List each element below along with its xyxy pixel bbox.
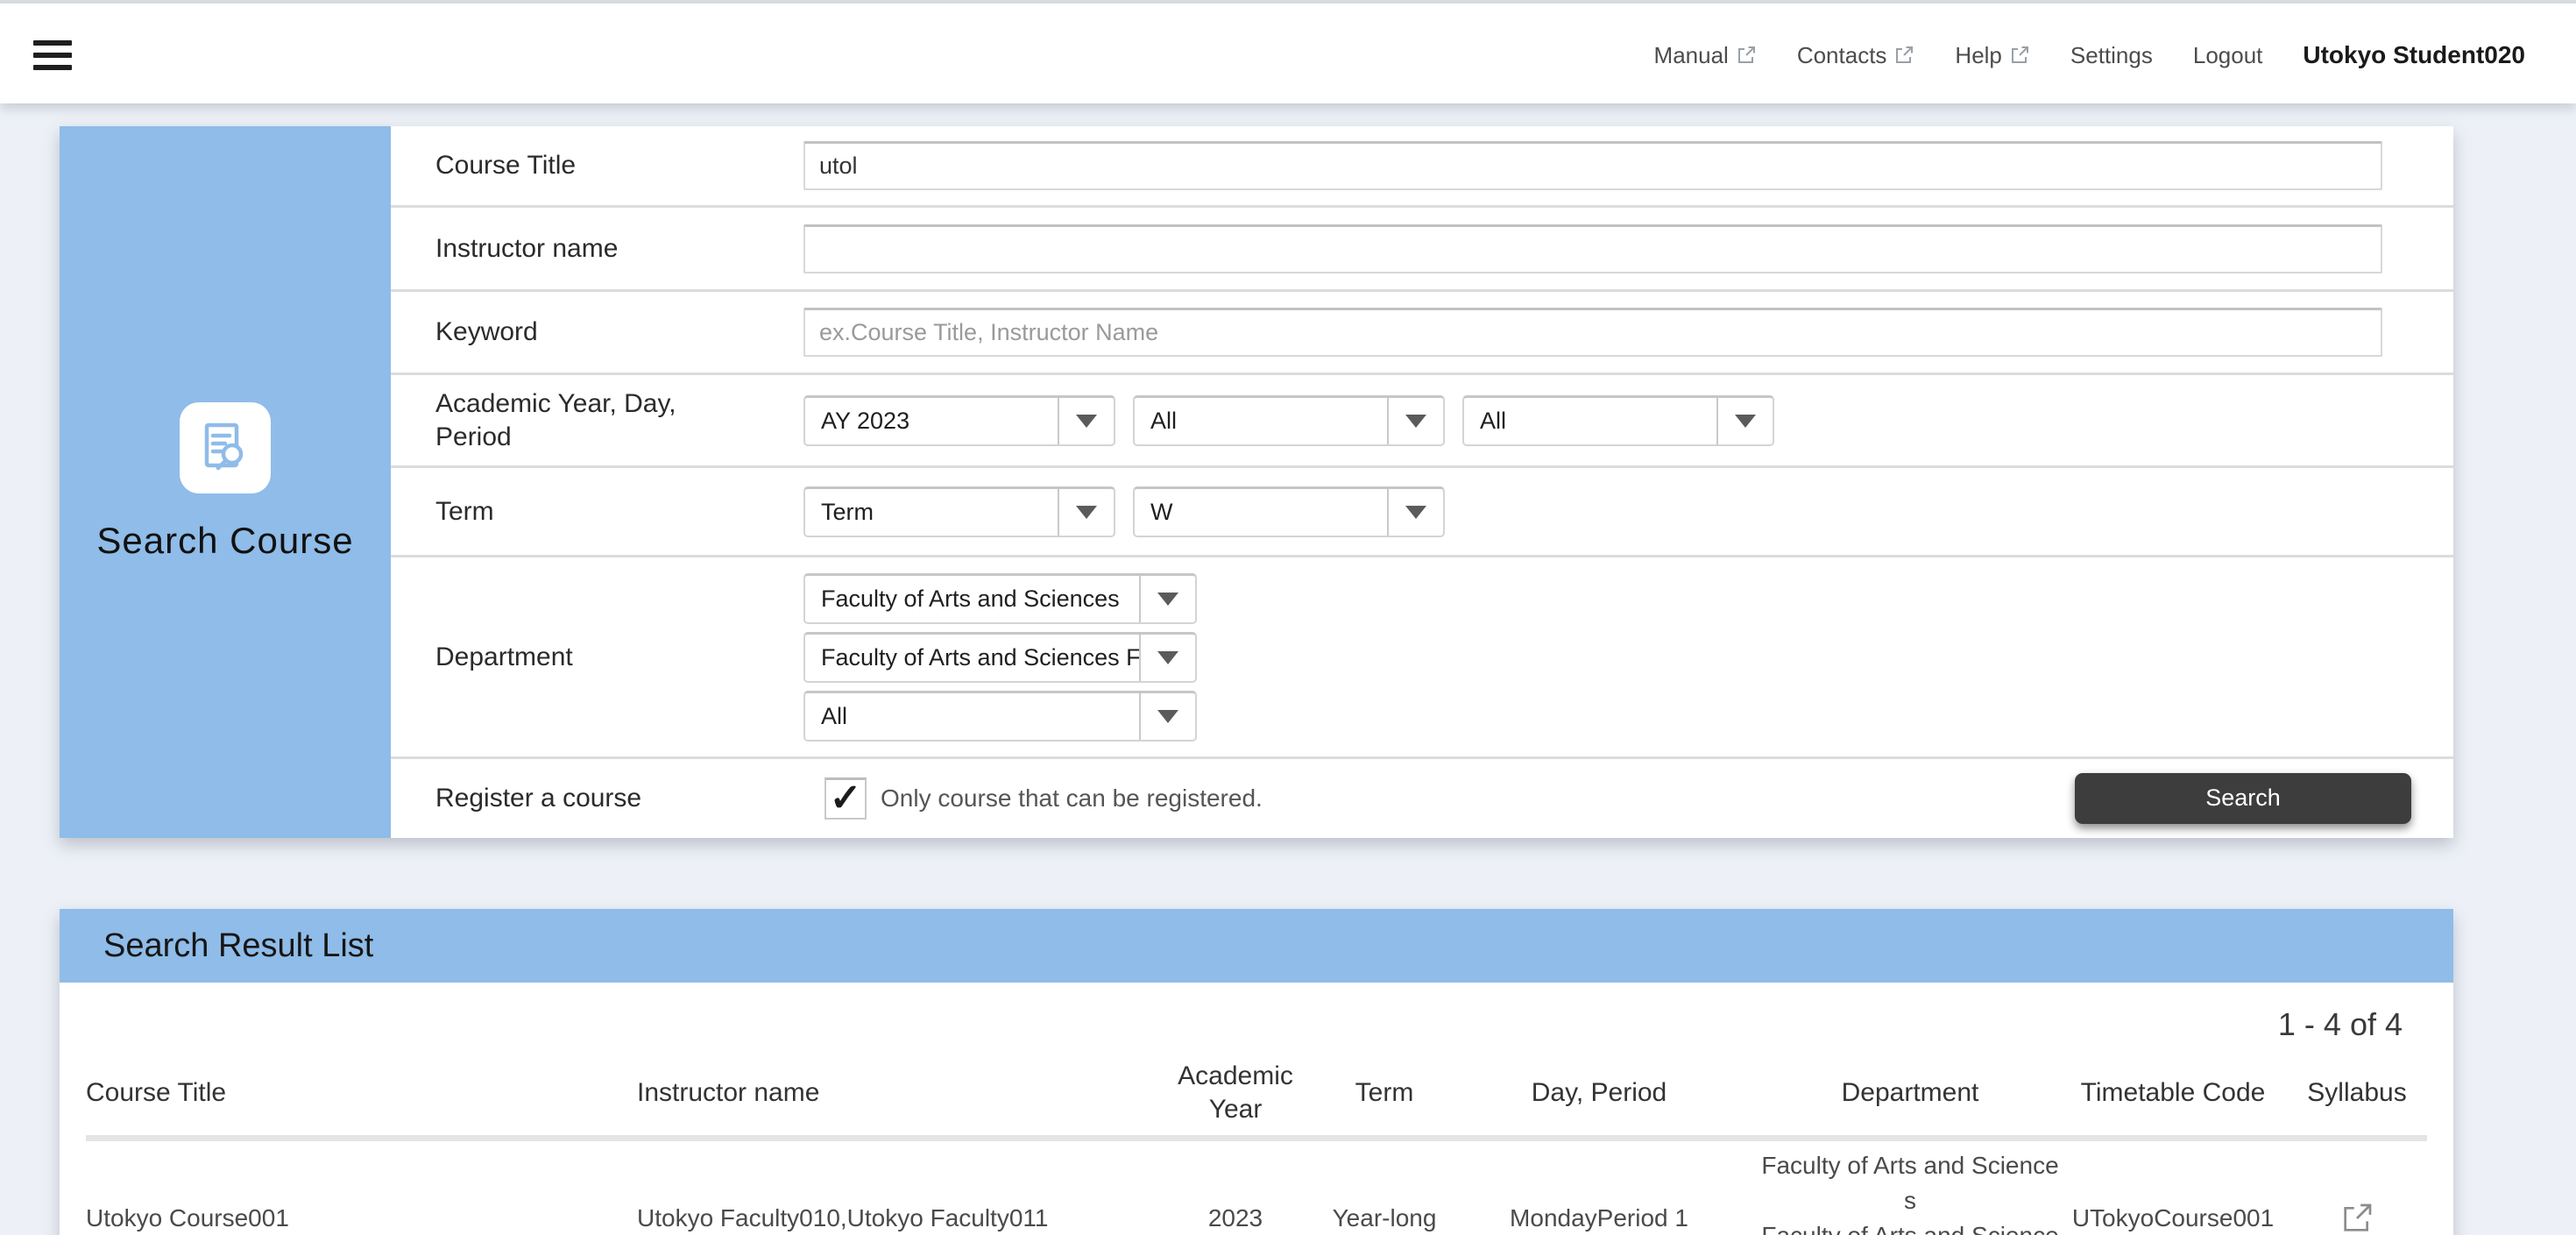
col-instructor: Instructor name [637, 1076, 1139, 1110]
nav-settings-label: Settings [2070, 42, 2153, 69]
col-course-title: Course Title [86, 1076, 637, 1110]
hamburger-menu-icon[interactable] [33, 40, 72, 70]
search-result-body: 1 - 4 of 4 Course Title Instructor name … [60, 1006, 2453, 1235]
external-link-icon [1736, 45, 1757, 66]
nav-logout[interactable]: Logout [2193, 42, 2263, 69]
nav-help[interactable]: Help [1955, 42, 2029, 69]
keyword-input[interactable] [803, 308, 2382, 357]
department-detail-select[interactable]: All [803, 691, 1197, 742]
nav-contacts[interactable]: Contacts [1797, 42, 1915, 69]
chevron-down-icon [1139, 693, 1195, 740]
course-search-icon [180, 402, 271, 493]
term-value-select[interactable]: W [1133, 486, 1445, 537]
app-header: Manual Contacts Help Settings Logout Uto… [0, 0, 2576, 103]
cell-timetable-code: UTokyoCourse001 [2059, 1201, 2287, 1235]
chevron-down-icon [1139, 576, 1195, 622]
external-link-icon [2009, 45, 2030, 66]
header-nav: Manual Contacts Help Settings Logout Uto… [1654, 4, 2525, 107]
chevron-down-icon [1716, 398, 1773, 444]
chevron-down-icon [1058, 398, 1114, 444]
col-day-period: Day, Period [1437, 1076, 1761, 1110]
col-term: Term [1332, 1076, 1437, 1110]
search-course-sidebar: Search Course [60, 126, 391, 838]
term-type-select[interactable]: Term [803, 486, 1115, 537]
nav-help-label: Help [1955, 42, 2001, 69]
cell-course-title: Utokyo Course001 [86, 1201, 637, 1235]
department-label: Department [391, 641, 803, 674]
cell-academic-year: 2023 [1139, 1201, 1332, 1235]
period-select[interactable]: All [1462, 395, 1774, 446]
col-academic-year: Academic Year [1139, 1060, 1332, 1126]
register-checkbox-label: Only course that can be registered. [881, 784, 1263, 813]
instructor-name-input[interactable] [803, 224, 2382, 273]
cell-instructor: Utokyo Faculty010,Utokyo Faculty011 [637, 1201, 1139, 1235]
nav-manual-label: Manual [1654, 42, 1729, 69]
checkmark-icon: ✓ [830, 779, 862, 818]
register-checkbox[interactable]: ✓ [824, 777, 867, 820]
department-row: Department Faculty of Arts and Sciences … [391, 557, 2453, 759]
nav-contacts-label: Contacts [1797, 42, 1887, 69]
result-table-header: Course Title Instructor name Academic Ye… [86, 1050, 2427, 1141]
nav-settings[interactable]: Settings [2070, 42, 2153, 69]
register-course-row: Register a course ✓ Only course that can… [391, 759, 2453, 837]
col-timetable-code: Timetable Code [2059, 1076, 2287, 1110]
chevron-down-icon [1387, 489, 1443, 536]
department-sub-select[interactable]: Faculty of Arts and Sciences F… [803, 632, 1197, 683]
course-title-label: Course Title [391, 149, 803, 182]
nav-manual[interactable]: Manual [1654, 42, 1757, 69]
nav-logout-label: Logout [2193, 42, 2263, 69]
search-course-panel-title: Search Course [96, 520, 353, 562]
chevron-down-icon [1387, 398, 1443, 444]
search-course-panel: Search Course Course Title Instructor na… [60, 126, 2453, 838]
col-syllabus: Syllabus [2287, 1076, 2427, 1110]
course-title-row: Course Title [391, 126, 2453, 208]
academic-year-day-period-row: Academic Year, Day, Period AY 2023 All A… [391, 375, 2453, 468]
instructor-row: Instructor name [391, 208, 2453, 292]
day-select[interactable]: All [1133, 395, 1445, 446]
academic-year-day-period-label: Academic Year, Day, Period [391, 387, 803, 454]
instructor-label: Instructor name [391, 232, 803, 266]
result-count: 1 - 4 of 4 [86, 1006, 2427, 1045]
department-faculty-select[interactable]: Faculty of Arts and Sciences [803, 573, 1197, 624]
keyword-label: Keyword [391, 316, 803, 349]
search-form: Course Title Instructor name Keyword Aca… [391, 126, 2453, 838]
user-name: Utokyo Student020 [2303, 41, 2525, 69]
register-course-label: Register a course [391, 782, 803, 815]
term-row: Term Term W [391, 468, 2453, 557]
external-link-icon [1893, 45, 1914, 66]
search-button[interactable]: Search [2075, 773, 2411, 824]
table-row[interactable]: Utokyo Course001 Utokyo Faculty010,Utoky… [86, 1141, 2427, 1235]
chevron-down-icon [1058, 489, 1114, 536]
term-label: Term [391, 495, 803, 529]
course-title-input[interactable] [803, 141, 2382, 190]
cell-term: Year-long [1332, 1201, 1437, 1235]
search-result-panel: Search Result List 1 - 4 of 4 Course Tit… [60, 909, 2453, 1235]
cell-day-period: MondayPeriod 1 [1437, 1201, 1761, 1235]
keyword-row: Keyword [391, 292, 2453, 375]
academic-year-select[interactable]: AY 2023 [803, 395, 1115, 446]
cell-syllabus [2287, 1201, 2427, 1235]
cell-department: Faculty of Arts and Sciences Faculty of … [1761, 1148, 2059, 1235]
chevron-down-icon [1139, 635, 1195, 681]
search-result-list-title: Search Result List [60, 909, 2453, 983]
col-department: Department [1761, 1076, 2059, 1110]
external-link-icon[interactable] [2339, 1201, 2374, 1235]
